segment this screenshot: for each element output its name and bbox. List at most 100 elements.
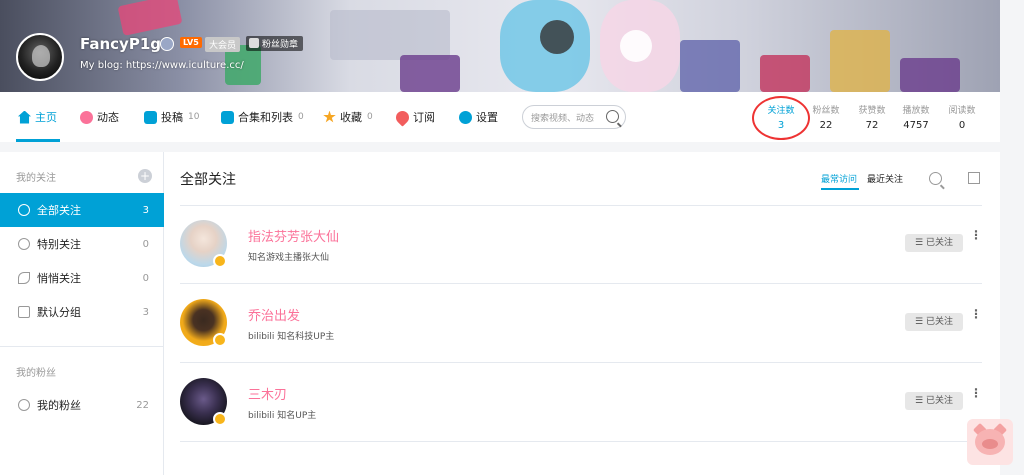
sidebar-item-special-follow[interactable]: 特别关注 0 [0, 227, 164, 261]
stat-likes: 获赞数 72 [849, 103, 895, 131]
user-avatar[interactable] [16, 33, 64, 81]
cat-plush-decoration [540, 20, 574, 54]
tab-subscribe[interactable]: 订阅 [393, 107, 435, 127]
stat-label: 获赞数 [858, 106, 886, 116]
sort-recent-follow[interactable]: 最近关注 [867, 172, 903, 185]
search-placeholder: 搜索视频、动态 [531, 114, 595, 124]
stat-label: 播放数 [902, 106, 930, 116]
user-name[interactable]: 指法芬芳张大仙 [248, 226, 339, 245]
building-decoration [330, 10, 450, 60]
user-description: 知名游戏主播张大仙 [248, 253, 330, 263]
tab-label: 投稿 [161, 111, 183, 124]
tab-count: 10 [188, 112, 200, 122]
heart-icon [393, 107, 412, 127]
vip-badge[interactable]: 大会员 [205, 37, 241, 52]
stat-value: 72 [865, 120, 879, 131]
pig-mascot-widget[interactable] [967, 419, 1013, 465]
divider [0, 346, 164, 347]
more-icon[interactable]: ⋮ [970, 387, 982, 399]
search-icon[interactable] [606, 110, 619, 123]
lightning-icon [213, 333, 227, 347]
sidebar-item-all-follow[interactable]: 全部关注 3 [0, 193, 164, 227]
sidebar-item-label: 全部关注 [37, 204, 81, 217]
gift-decoration [900, 58, 960, 92]
sort-most-visited[interactable]: 最常访问 [821, 172, 857, 185]
tab-dynamic[interactable]: 动态 [80, 109, 119, 125]
list-item: 乔治出发 bilibili 知名科技UP主 ☰ 已关注 ⋮ [180, 285, 982, 363]
tab-label: 收藏 [340, 111, 362, 124]
user-name[interactable]: 乔治出发 [248, 305, 300, 324]
tab-label: 主页 [35, 111, 57, 124]
tab-settings[interactable]: 设置 [459, 109, 498, 125]
collection-icon [221, 110, 234, 124]
user-name[interactable]: 三木刃 [248, 384, 287, 403]
dynamic-icon [80, 110, 93, 124]
sidebar-item-count: 3 [142, 306, 149, 318]
verify-icon [160, 37, 174, 51]
gift-decoration [400, 55, 460, 92]
tab-count: 0 [298, 112, 304, 122]
tab-upload[interactable]: 投稿 10 [144, 109, 199, 125]
sidebar-item-label: 默认分组 [37, 306, 81, 319]
list-item: 三木刃 bilibili 知名UP主 ☰ 已关注 ⋮ [180, 364, 982, 442]
page-title: 全部关注 [180, 172, 236, 188]
follow-list-panel: 全部关注 最常访问 最近关注 指法芬芳张大仙 知名游戏主播张大仙 ☰ 已关注 ⋮… [164, 152, 1000, 475]
add-group-icon[interactable]: + [138, 169, 152, 183]
stat-label: 粉丝数 [812, 106, 840, 116]
tab-home[interactable]: 主页 [18, 109, 57, 125]
follow-heading: 我的关注 [16, 173, 56, 184]
followed-button[interactable]: ☰ 已关注 [905, 234, 963, 252]
more-icon[interactable]: ⋮ [970, 308, 982, 320]
followed-button[interactable]: ☰ 已关注 [905, 313, 963, 331]
highlight-circle-annotation [752, 96, 810, 140]
search-icon[interactable] [929, 172, 942, 185]
space-search-box[interactable]: 搜索视频、动态 [522, 105, 626, 129]
star-outline-icon [18, 306, 30, 318]
gift-decoration [830, 30, 890, 92]
user-description: bilibili 知名UP主 [248, 411, 317, 421]
batch-manage-icon[interactable] [968, 172, 980, 184]
followed-button[interactable]: ☰ 已关注 [905, 392, 963, 410]
upload-icon [144, 110, 157, 124]
sidebar-item-count: 22 [136, 399, 149, 411]
stat-label: 阅读数 [948, 106, 976, 116]
user-icon [18, 399, 30, 411]
lightning-icon [213, 412, 227, 426]
active-tab-indicator [16, 139, 60, 142]
home-icon [18, 110, 31, 124]
stat-plays: 播放数 4757 [893, 103, 939, 131]
tab-label: 合集和列表 [238, 111, 293, 124]
space-nav: 主页 动态 投稿 10 合集和列表 0 收藏 0 订阅 设置 搜索视频、动态 关… [0, 92, 1000, 142]
username: FancyP1g8 [80, 35, 172, 53]
user-icon [18, 238, 30, 250]
stat-reads: 阅读数 0 [939, 103, 985, 131]
fans-heading: 我的粉丝 [16, 368, 56, 379]
sidebar-item-label: 我的粉丝 [37, 399, 81, 412]
pig-nose [982, 439, 998, 449]
sidebar-item-count: 3 [142, 204, 149, 216]
tab-label: 设置 [476, 111, 498, 124]
sidebar-item-count: 0 [142, 272, 149, 284]
gift-decoration [760, 55, 810, 92]
gear-icon [459, 110, 472, 124]
tab-collection[interactable]: 合集和列表 0 [221, 109, 304, 125]
user-signature[interactable]: My blog: https://www.iculture.cc/ [80, 60, 244, 71]
active-sort-indicator [821, 188, 859, 190]
sidebar-item-my-fans[interactable]: 我的粉丝 22 [0, 388, 164, 422]
fans-medal-badge[interactable]: 粉丝勋章 [246, 36, 304, 51]
bunny-plush-decoration [620, 30, 652, 62]
profile-banner: FancyP1g8 LV5 大会员 粉丝勋章 My blog: https://… [0, 0, 1000, 92]
eye-icon [18, 272, 30, 284]
lightning-icon [213, 254, 227, 268]
more-icon[interactable]: ⋮ [970, 229, 982, 241]
gift-decoration [680, 40, 740, 92]
sidebar-item-default-group[interactable]: 默认分组 3 [0, 295, 164, 329]
tab-count: 0 [367, 112, 373, 122]
tab-favorites[interactable]: 收藏 0 [323, 109, 373, 125]
tab-label: 动态 [97, 111, 119, 124]
star-icon [323, 110, 336, 123]
user-icon [18, 204, 30, 216]
sidebar-item-quiet-follow[interactable]: 悄悄关注 0 [0, 261, 164, 295]
tab-label: 订阅 [413, 111, 435, 124]
list-item: 指法芬芳张大仙 知名游戏主播张大仙 ☰ 已关注 ⋮ [180, 206, 982, 284]
